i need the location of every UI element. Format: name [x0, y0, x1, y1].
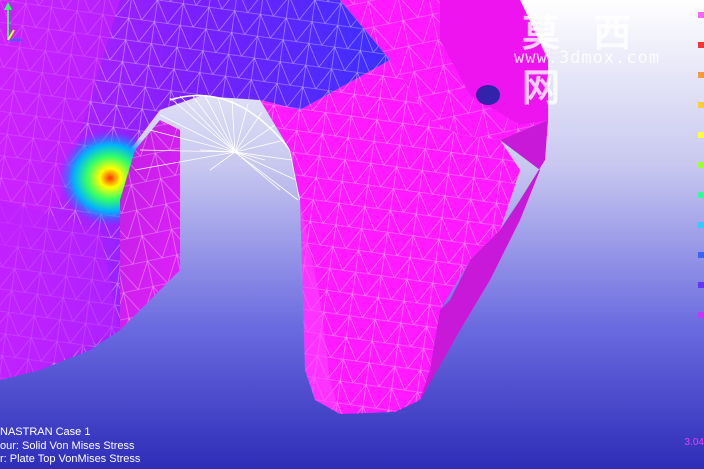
watermark-url: www.3dmox.com: [514, 48, 661, 68]
status-case: NASTRAN Case 1: [0, 426, 91, 438]
model-viewport[interactable]: 莫 西 网 www.3dmox.com NASTRAN Case 1 our: …: [0, 0, 704, 469]
legend-min-value: 3.04: [684, 437, 704, 448]
legend-color-tick: [698, 72, 704, 78]
status-contour-plate: r: Plate Top VonMises Stress: [0, 453, 141, 465]
legend-color-tick: [698, 312, 704, 318]
legend-color-tick: [698, 252, 704, 258]
legend-color-tick: [698, 42, 704, 48]
xyz-axis-triad-icon: [4, 2, 22, 41]
legend-color-tick: [698, 12, 704, 18]
legend-color-tick: [698, 102, 704, 108]
stress-legend: [696, 0, 704, 469]
status-contour-solid: our: Solid Von Mises Stress: [0, 439, 135, 452]
legend-color-tick: [698, 222, 704, 228]
legend-color-tick: [698, 132, 704, 138]
legend-color-tick: [698, 282, 704, 288]
status-readout: NASTRAN Case 1 our: Solid Von Mises Stre…: [0, 426, 140, 467]
legend-color-tick: [698, 192, 704, 198]
flange-hole: [476, 85, 500, 105]
legend-color-tick: [698, 162, 704, 168]
